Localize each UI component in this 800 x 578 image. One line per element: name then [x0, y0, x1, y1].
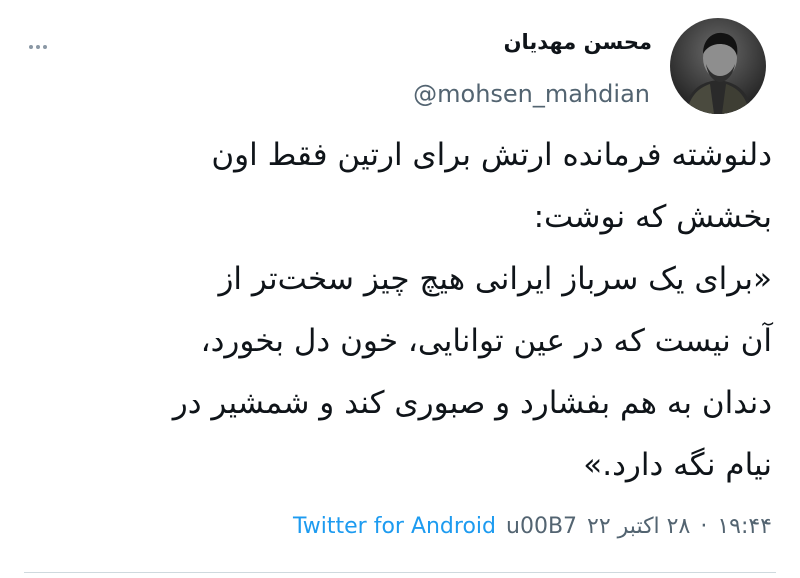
tweet-text-line: دندان به هم بفشارد و صبوری کند و شمشیر د…	[172, 385, 772, 421]
divider	[24, 572, 776, 573]
avatar[interactable]	[670, 18, 766, 114]
meta-code: u00B7	[506, 514, 578, 539]
more-options-icon	[29, 45, 33, 49]
tweet-text: دلنوشته فرمانده ارتش برای ارتین فقط اون …	[62, 124, 772, 496]
tweet-date[interactable]: ۲۸ اکتبر ۲۲	[587, 514, 690, 539]
tweet-time[interactable]: ۱۹:۴۴	[717, 514, 772, 539]
tweet-text-line: «برای یک سرباز ایرانی هیچ چیز سخت‌تر از	[218, 261, 772, 297]
tweet-text-line: بخشش که نوشت:	[533, 199, 772, 235]
tweet-metadata: ۱۹:۴۴ · ۲۸ اکتبر ۲۲ u00B7 Twitter for An…	[293, 514, 772, 539]
tweet-text-line: نیام نگه دارد.»	[583, 447, 772, 483]
more-options-button[interactable]	[24, 36, 52, 58]
tweet-card: محسن مهدیان @mohsen_mahdian دلنوشته فرما…	[0, 0, 800, 578]
author-handle[interactable]: @mohsen_mahdian	[413, 80, 650, 108]
meta-separator: ·	[700, 514, 708, 539]
tweet-text-line: دلنوشته فرمانده ارتش برای ارتین فقط اون	[211, 137, 772, 173]
tweet-text-line: آن نیست که در عین توانایی، خون دل بخورد،	[200, 323, 772, 359]
avatar-image	[670, 18, 766, 114]
tweet-source-link[interactable]: Twitter for Android	[293, 514, 496, 539]
author-display-name[interactable]: محسن مهدیان	[504, 30, 652, 54]
